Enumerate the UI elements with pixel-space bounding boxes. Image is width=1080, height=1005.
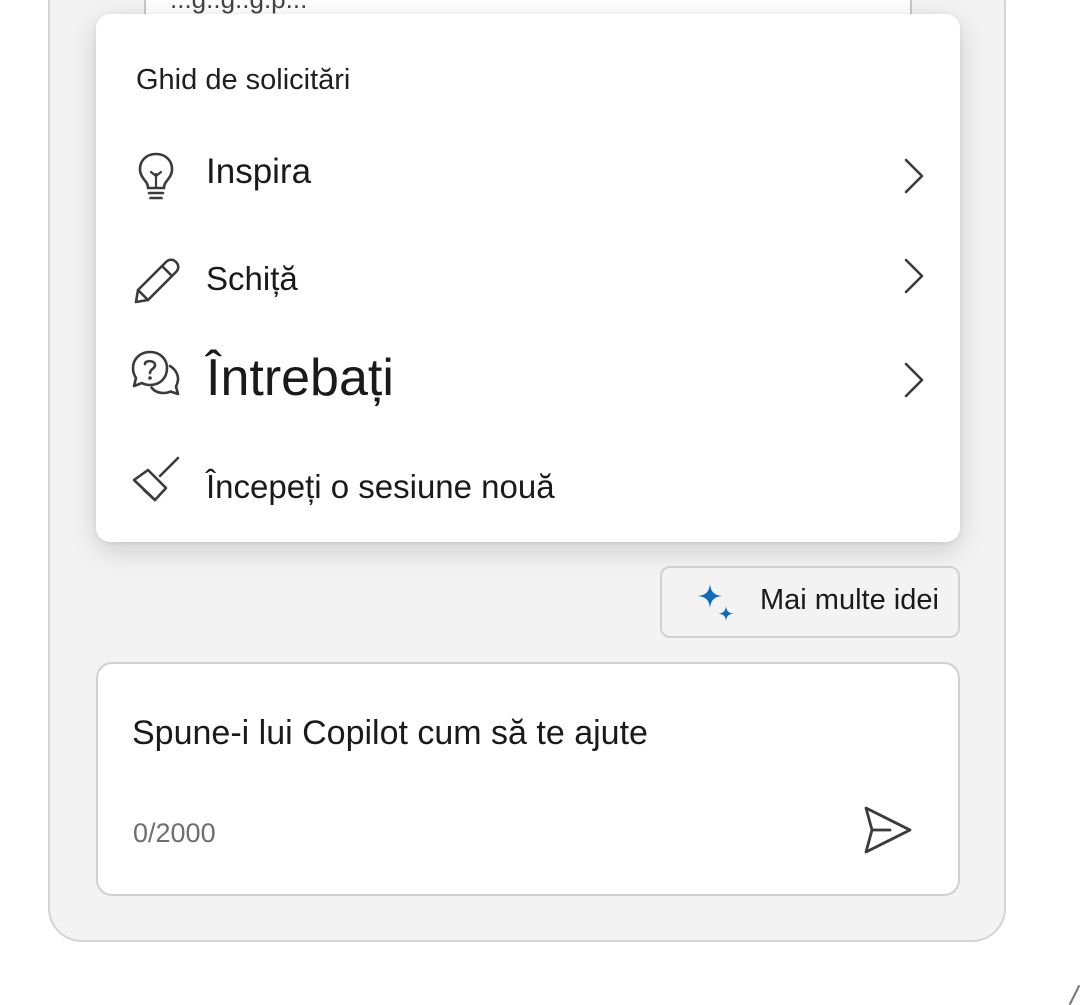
chevron-right-icon: [904, 362, 924, 398]
send-icon[interactable]: [860, 804, 914, 858]
chat-composer: 0/2000: [96, 662, 960, 896]
lightbulb-icon: [138, 152, 174, 200]
character-counter: 0/2000: [133, 818, 216, 848]
chevron-right-icon: [904, 158, 924, 194]
chevron-right-icon: [904, 258, 924, 294]
menu-item-label: Inspira: [206, 152, 312, 191]
sparkle-icon: [698, 584, 734, 621]
background-card-text: ...g..g..g.p...: [170, 0, 307, 15]
menu-item-schita[interactable]: Schiță: [96, 234, 960, 324]
menu-item-label: Întrebați: [206, 349, 394, 407]
question-chat-icon: [131, 350, 180, 396]
menu-title: Ghid de solicitări: [136, 64, 351, 96]
more-ideas-button[interactable]: Mai multe idei: [660, 566, 960, 638]
prompt-input[interactable]: [132, 714, 912, 764]
menu-item-intrebati[interactable]: Întrebați: [96, 336, 960, 426]
menu-item-label: Începeți o sesiune nouă: [206, 468, 555, 505]
resize-grip-icon: [1069, 985, 1080, 1005]
menu-item-inspira[interactable]: Inspira: [96, 132, 960, 222]
pencil-icon: [134, 258, 180, 304]
menu-item-new-session[interactable]: Începeți o sesiune nouă: [96, 442, 960, 532]
more-ideas-label: Mai multe idei: [760, 584, 939, 616]
prompt-guide-menu: Ghid de solicitări Inspira Schiță Întreb…: [96, 14, 960, 542]
broom-icon: [132, 456, 180, 502]
menu-item-label: Schiță: [206, 260, 298, 297]
